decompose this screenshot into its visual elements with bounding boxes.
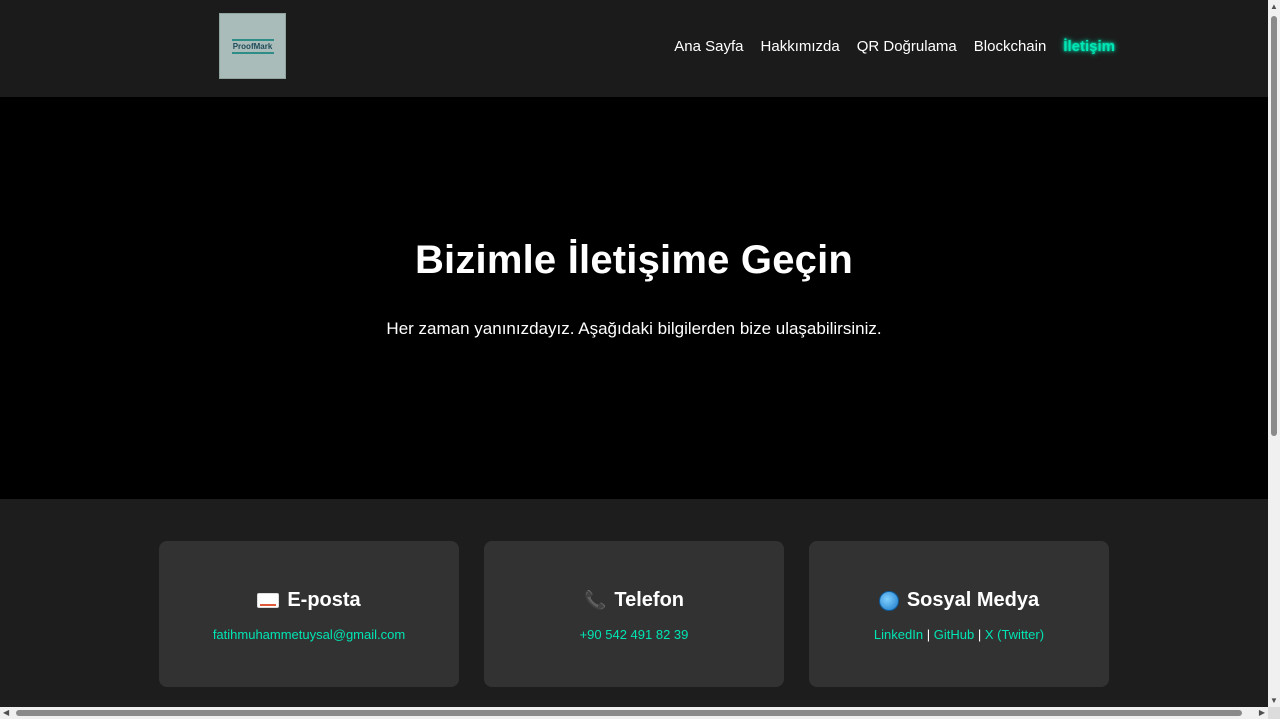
email-card-title: E-posta xyxy=(287,589,361,611)
nav-about[interactable]: Hakkımızda xyxy=(761,38,840,55)
scroll-left-arrow-icon[interactable]: ◀ xyxy=(3,708,9,717)
nav-contact[interactable]: İletişim xyxy=(1063,38,1115,55)
site-header: ProofMark Ana Sayfa Hakkımızda QR Doğrul… xyxy=(0,0,1268,97)
envelope-icon xyxy=(257,593,280,608)
vertical-scroll-thumb[interactable] xyxy=(1271,16,1277,436)
horizontal-scrollbar[interactable]: ◀ ▶ xyxy=(0,707,1268,719)
phone-value: +90 542 491 82 39 xyxy=(484,627,784,642)
page: ProofMark Ana Sayfa Hakkımızda QR Doğrul… xyxy=(0,0,1268,707)
scroll-right-arrow-icon[interactable]: ▶ xyxy=(1259,708,1265,717)
logo-bar-bottom xyxy=(231,51,274,54)
github-link[interactable]: GitHub xyxy=(934,627,974,642)
link-separator: | xyxy=(926,627,931,642)
phone-card: 📞 Telefon +90 542 491 82 39 xyxy=(484,541,784,687)
page-subtitle: Her zaman yanınızdayız. Aşağıdaki bilgil… xyxy=(386,319,882,338)
phone-link[interactable]: +90 542 491 82 39 xyxy=(580,627,689,642)
contact-cards: E-posta fatihmuhammetuysal@gmail.com 📞 T… xyxy=(159,541,1109,687)
nav-home[interactable]: Ana Sayfa xyxy=(674,38,743,55)
email-value: fatihmuhammetuysal@gmail.com xyxy=(159,627,459,642)
linkedin-link[interactable]: LinkedIn xyxy=(874,627,923,642)
telephone-icon: 📞 xyxy=(583,590,607,610)
social-links: LinkedIn | GitHub | X (Twitter) xyxy=(809,627,1109,642)
nav-blockchain[interactable]: Blockchain xyxy=(974,38,1047,55)
social-card-heading: Sosyal Medya xyxy=(809,589,1109,612)
social-card: Sosyal Medya LinkedIn | GitHub | X (Twit… xyxy=(809,541,1109,687)
email-card: E-posta fatihmuhammetuysal@gmail.com xyxy=(159,541,459,687)
logo-text: ProofMark xyxy=(232,41,273,51)
horizontal-scroll-thumb[interactable] xyxy=(16,710,1242,716)
x-twitter-link[interactable]: X (Twitter) xyxy=(985,627,1044,642)
email-link[interactable]: fatihmuhammetuysal@gmail.com xyxy=(213,627,405,642)
link-separator: | xyxy=(977,627,982,642)
page-title: Bizimle İletişime Geçin xyxy=(414,238,854,282)
email-card-heading: E-posta xyxy=(159,589,459,612)
phone-card-title: Telefon xyxy=(614,589,685,611)
phone-card-heading: 📞 Telefon xyxy=(484,589,784,612)
logo[interactable]: ProofMark xyxy=(219,13,286,79)
vertical-scrollbar[interactable]: ▲ ▼ xyxy=(1268,0,1280,707)
nav-qr-verification[interactable]: QR Doğrulama xyxy=(857,38,957,55)
main-nav: Ana Sayfa Hakkımızda QR Doğrulama Blockc… xyxy=(674,38,1115,55)
scroll-up-arrow-icon[interactable]: ▲ xyxy=(1270,2,1278,11)
scrollbar-corner xyxy=(1268,707,1280,719)
logo-bar-top xyxy=(231,38,274,41)
globe-icon xyxy=(878,590,899,611)
social-card-title: Sosyal Medya xyxy=(906,589,1040,611)
hero-section: Bizimle İletişime Geçin Her zaman yanını… xyxy=(0,97,1268,499)
scroll-down-arrow-icon[interactable]: ▼ xyxy=(1270,696,1278,705)
